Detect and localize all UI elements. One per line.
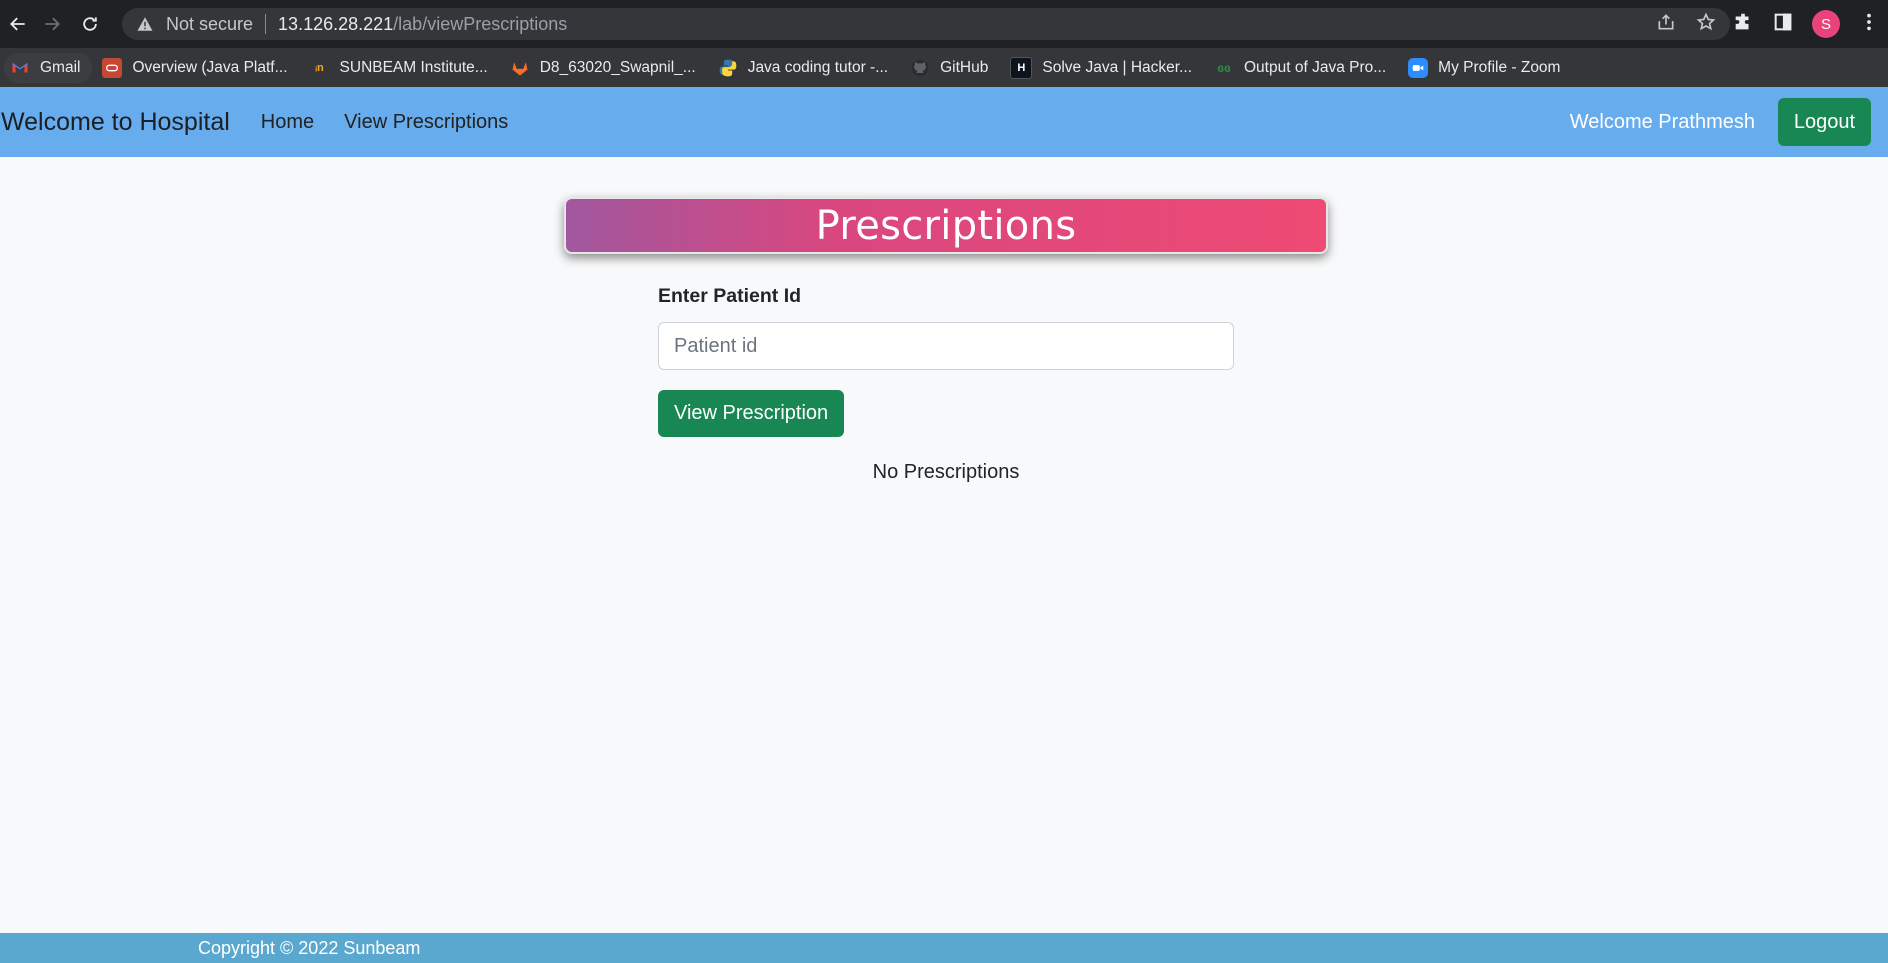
gmail-icon	[10, 58, 30, 78]
bookmark-label: Overview (Java Platf...	[132, 58, 288, 76]
gitlab-icon	[510, 58, 530, 78]
bookmark-github[interactable]: GitHub	[904, 53, 1000, 83]
bookmark-label: Solve Java | Hacker...	[1042, 58, 1192, 76]
prescriptions-header-card: Prescriptions	[564, 197, 1328, 254]
profile-avatar[interactable]: S	[1812, 10, 1840, 38]
back-icon[interactable]	[0, 6, 36, 42]
bookmark-label: Output of Java Pro...	[1244, 58, 1387, 76]
warning-icon	[136, 15, 154, 33]
separator	[265, 14, 267, 34]
bookmark-python[interactable]: Java coding tutor -...	[712, 53, 900, 83]
browser-toolbar: Not secure 13.126.28.221/lab/viewPrescri…	[0, 0, 1888, 48]
not-secure-label[interactable]: Not secure	[166, 14, 253, 35]
bookmarks-bar: Gmail Overview (Java Platf... ᵢn SUNBEAM…	[0, 48, 1888, 87]
bookmark-hackerrank[interactable]: H Solve Java | Hacker...	[1004, 53, 1204, 83]
app-navbar: Welcome to Hospital Home View Prescripti…	[0, 87, 1888, 157]
patient-id-label: Enter Patient Id	[658, 285, 802, 307]
python-icon	[718, 58, 738, 78]
bookmark-geeksforgeeks[interactable]: ɞɞ Output of Java Pro...	[1208, 53, 1398, 83]
nav-link-home[interactable]: Home	[261, 111, 314, 134]
forward-icon[interactable]	[34, 6, 70, 42]
bookmark-gmail[interactable]: Gmail	[4, 52, 93, 83]
navbar-brand[interactable]: Welcome to Hospital	[1, 108, 230, 137]
bookmark-label: D8_63020_Swapnil_...	[539, 58, 696, 76]
page-title: Prescriptions	[815, 202, 1077, 249]
bookmark-zoom[interactable]: My Profile - Zoom	[1402, 53, 1572, 83]
bookmark-label: Java coding tutor -...	[747, 58, 889, 76]
reload-icon[interactable]	[72, 6, 108, 42]
bookmark-star-icon[interactable]	[1696, 12, 1716, 37]
sunbeam-icon: ᵢn	[315, 61, 324, 74]
bookmark-label: GitHub	[940, 58, 989, 76]
zoom-icon	[1408, 57, 1429, 78]
oracle-icon	[102, 57, 123, 78]
welcome-user-text: Welcome Prathmesh	[1569, 110, 1755, 133]
empty-state-message: No Prescriptions	[872, 461, 1020, 483]
bookmark-label: Gmail	[40, 58, 81, 76]
bookmark-oracle[interactable]: Overview (Java Platf...	[96, 53, 299, 83]
address-bar[interactable]: Not secure 13.126.28.221/lab/viewPrescri…	[122, 8, 1730, 40]
url-host: 13.126.28.221	[278, 13, 394, 34]
menu-kebab-icon[interactable]	[1858, 11, 1880, 38]
nav-link-view-prescriptions[interactable]: View Prescriptions	[344, 111, 508, 134]
hackerrank-icon: H	[1010, 56, 1033, 79]
share-icon[interactable]	[1656, 12, 1676, 37]
side-panel-icon[interactable]	[1772, 11, 1794, 38]
copyright-text: Copyright © 2022 Sunbeam	[198, 937, 421, 958]
github-icon	[910, 58, 930, 78]
bookmark-label: SUNBEAM Institute...	[339, 58, 488, 76]
geeksforgeeks-icon: ɞɞ	[1217, 60, 1231, 75]
url-path: /lab/viewPrescriptions	[393, 13, 568, 34]
patient-id-input[interactable]	[658, 322, 1234, 370]
extensions-icon[interactable]	[1732, 11, 1754, 38]
bookmark-label: My Profile - Zoom	[1438, 58, 1561, 76]
url-text[interactable]: 13.126.28.221/lab/viewPrescriptions	[278, 14, 567, 35]
bookmark-sunbeam[interactable]: ᵢn SUNBEAM Institute...	[304, 53, 500, 83]
footer: Copyright © 2022 Sunbeam	[0, 933, 1888, 963]
view-prescription-button[interactable]: View Prescription	[658, 390, 845, 437]
bookmark-gitlab[interactable]: D8_63020_Swapnil_...	[504, 53, 708, 83]
logout-button[interactable]: Logout	[1777, 98, 1871, 146]
